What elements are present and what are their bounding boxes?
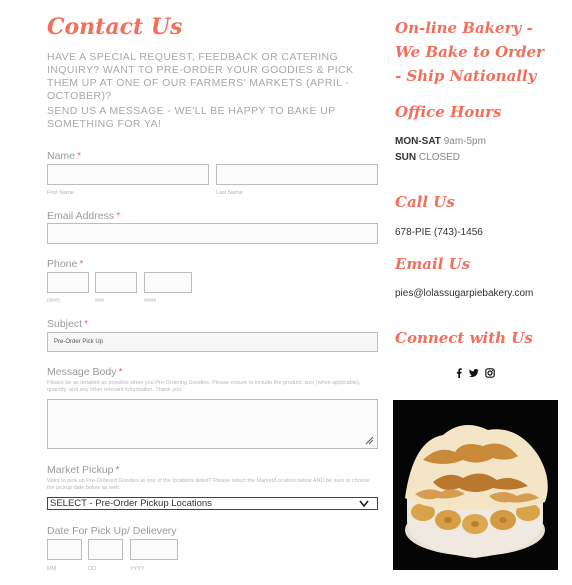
hours-sunday: SUN CLOSED [395,152,461,163]
intro-subtext: SEND US A MESSAGE - WE'LL BE HAPPY TO BA… [47,105,336,130]
phone-prefix-input[interactable] [95,272,137,293]
market-select-value: SELECT - Pre-Order Pickup Locations [50,498,212,509]
pie-photo [393,400,558,570]
page-title: Contact Us [47,14,183,40]
chevron-down-icon [359,500,369,508]
date-day-sublabel: DD [88,566,96,572]
date-month-input[interactable] [47,539,82,560]
email-input[interactable] [47,223,378,244]
twitter-icon[interactable] [469,368,479,378]
phone-line-input[interactable] [144,272,192,293]
phone-area-input[interactable] [47,272,89,293]
message-label: Message Body * [47,366,123,378]
subject-label: Subject * [47,318,89,330]
intro-text: HAVE A SPECIAL REQUEST, FEEDBACK OR CATE… [47,51,354,102]
facebook-icon[interactable] [455,368,463,378]
date-day-input[interactable] [88,539,123,560]
resize-handle-icon[interactable] [365,436,374,445]
phone-prefix-sublabel: ### [95,298,105,304]
email-us-title: Email Us [395,255,471,273]
tagline: On-line Bakery - We Bake to Order - Ship… [395,19,545,85]
market-label: Market Pickup * [47,464,120,476]
subject-select[interactable]: Pre-Order Pick Up [47,332,378,352]
name-label: Name * [47,150,82,162]
date-year-sublabel: YYYY [130,566,145,572]
email-label: Email Address * [47,210,121,222]
instagram-icon[interactable] [485,368,495,378]
message-help-text: Please be as detailed as possible when y… [47,380,361,393]
last-name-sublabel: Last Name [216,190,243,196]
last-name-input[interactable] [216,164,378,185]
phone-area-sublabel: (###) [47,298,60,304]
market-help-text: Want to pick up Pre-Ordered Goodies at o… [47,478,370,491]
call-us-title: Call Us [395,193,455,211]
phone-number[interactable]: 678-PIE (743)-1456 [395,227,483,238]
office-hours-title: Office Hours [395,103,502,121]
message-textarea[interactable] [47,399,378,449]
date-month-sublabel: MM [47,566,57,572]
phone-label: Phone * [47,258,84,270]
date-year-input[interactable] [130,539,178,560]
email-link[interactable]: pies@lolassugarpiebakery.com [395,288,533,299]
first-name-input[interactable] [47,164,209,185]
market-pickup-select[interactable]: SELECT - Pre-Order Pickup Locations [47,497,378,510]
social-links [455,368,495,378]
first-name-sublabel: First Name [47,190,74,196]
date-label: Date For Pick Up/ Delievery [47,525,177,537]
connect-title: Connect with Us [395,329,533,347]
phone-line-sublabel: #### [144,298,157,304]
pie-image [393,400,558,570]
hours-weekday: MON-SAT 9am-5pm [395,136,486,147]
